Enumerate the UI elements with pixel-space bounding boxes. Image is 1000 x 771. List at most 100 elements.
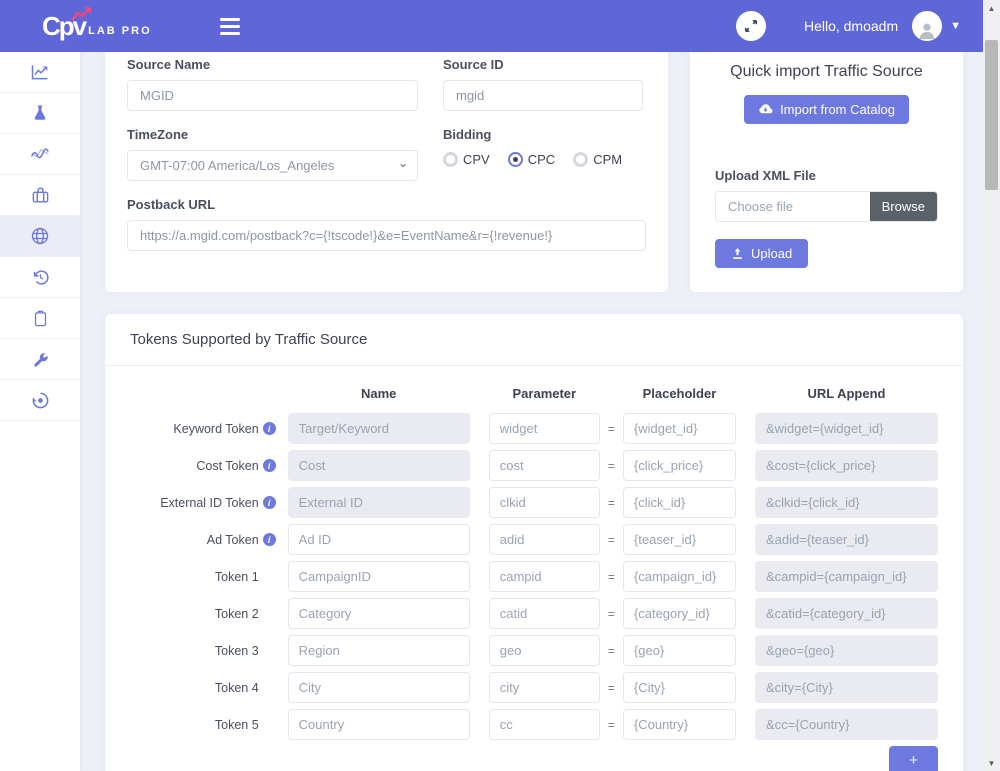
sidebar-item-campaigns[interactable] bbox=[0, 175, 80, 216]
scrollbar-thumb[interactable] bbox=[985, 40, 998, 190]
token-placeholder-input[interactable] bbox=[623, 672, 736, 703]
add-token-button[interactable]: + bbox=[889, 746, 938, 771]
token-url-append-input bbox=[755, 450, 938, 481]
scrollbar-down-arrow[interactable]: ▼ bbox=[983, 755, 1000, 771]
tokens-card: Tokens Supported by Traffic Source Name … bbox=[105, 314, 963, 771]
token-parameter-input[interactable] bbox=[489, 487, 600, 518]
postback-url-input[interactable] bbox=[127, 220, 646, 251]
info-icon[interactable]: i bbox=[263, 496, 276, 509]
fullscreen-icon[interactable] bbox=[736, 11, 766, 41]
radio-cpm[interactable]: CPM bbox=[573, 152, 622, 167]
token-parameter-input[interactable] bbox=[489, 635, 600, 666]
token-row-label: Token 1 bbox=[215, 570, 259, 584]
token-name-input[interactable] bbox=[288, 672, 470, 703]
tokens-card-header: Tokens Supported by Traffic Source bbox=[105, 314, 963, 366]
token-row: Token 4 i = bbox=[130, 672, 938, 703]
radio-dot bbox=[443, 152, 458, 167]
traffic-source-form-card: Source Name Source ID TimeZone GMT-07:00… bbox=[105, 52, 668, 292]
token-placeholder-input[interactable] bbox=[623, 598, 736, 629]
radio-cpv[interactable]: CPV bbox=[443, 152, 490, 167]
globe-icon bbox=[30, 226, 50, 246]
token-parameter-input[interactable] bbox=[489, 413, 600, 444]
sidebar-item-stats[interactable] bbox=[0, 52, 80, 93]
import-from-catalog-button[interactable]: Import from Catalog bbox=[744, 95, 909, 124]
col-header-url-append: URL Append bbox=[755, 386, 938, 401]
equals-sign: = bbox=[600, 459, 623, 473]
file-placeholder[interactable]: Choose file bbox=[716, 192, 870, 221]
token-placeholder-input[interactable] bbox=[623, 450, 736, 481]
token-parameter-input[interactable] bbox=[489, 524, 600, 555]
main-content: Source Name Source ID TimeZone GMT-07:00… bbox=[80, 52, 983, 771]
info-icon[interactable]: i bbox=[263, 533, 276, 546]
token-placeholder-input[interactable] bbox=[623, 524, 736, 555]
upload-xml-label: Upload XML File bbox=[715, 168, 938, 183]
token-parameter-input[interactable] bbox=[489, 561, 600, 592]
chevron-down-icon[interactable]: ▼ bbox=[950, 20, 961, 32]
token-url-append-input bbox=[755, 672, 938, 703]
sidebar-item-lab[interactable] bbox=[0, 93, 80, 134]
info-icon[interactable]: i bbox=[263, 459, 276, 472]
token-parameter-input[interactable] bbox=[489, 709, 600, 740]
dashboard-icon bbox=[31, 391, 50, 410]
token-name-input[interactable] bbox=[288, 709, 470, 740]
token-parameter-input[interactable] bbox=[489, 598, 600, 629]
token-name-input[interactable] bbox=[288, 561, 470, 592]
sidebar-item-traffic-sources[interactable] bbox=[0, 216, 80, 257]
equals-sign: = bbox=[600, 570, 623, 584]
page-scrollbar[interactable]: ▲ ▼ bbox=[983, 0, 1000, 771]
sidebar-nav bbox=[0, 52, 80, 771]
token-placeholder-input[interactable] bbox=[623, 561, 736, 592]
sidebar-item-settings[interactable] bbox=[0, 339, 80, 380]
token-parameter-input[interactable] bbox=[489, 450, 600, 481]
token-placeholder-input[interactable] bbox=[623, 635, 736, 666]
col-header-parameter: Parameter bbox=[489, 386, 600, 401]
sidebar-item-notes[interactable] bbox=[0, 298, 80, 339]
sidebar-item-dashboard[interactable] bbox=[0, 380, 80, 421]
cloud-download-icon bbox=[758, 102, 773, 117]
upload-button[interactable]: Upload bbox=[715, 239, 808, 268]
token-parameter-input[interactable] bbox=[489, 672, 600, 703]
token-placeholder-input[interactable] bbox=[623, 709, 736, 740]
equals-sign: = bbox=[600, 422, 623, 436]
token-row-label: Keyword Token bbox=[173, 422, 258, 436]
source-name-input[interactable] bbox=[127, 80, 418, 111]
bidding-radio-group: CPV CPC CPM bbox=[443, 152, 643, 167]
quick-import-title: Quick import Traffic Source bbox=[715, 63, 938, 81]
user-greeting: Hello, dmoadm bbox=[804, 18, 898, 34]
postback-url-label: Postback URL bbox=[127, 197, 646, 212]
clipboard-icon bbox=[32, 310, 49, 327]
sidebar-item-history[interactable] bbox=[0, 257, 80, 298]
timezone-label: TimeZone bbox=[127, 127, 418, 142]
token-url-append-input bbox=[755, 524, 938, 555]
scrollbar-up-arrow[interactable]: ▲ bbox=[983, 0, 1000, 16]
equals-sign: = bbox=[600, 533, 623, 547]
info-icon[interactable]: i bbox=[263, 422, 276, 435]
token-row: Token 3 i = bbox=[130, 635, 938, 666]
col-header-name: Name bbox=[288, 386, 470, 401]
sidebar-item-trends[interactable] bbox=[0, 134, 80, 175]
briefcase-icon bbox=[31, 186, 50, 205]
upload-icon bbox=[731, 247, 744, 260]
token-placeholder-input[interactable] bbox=[623, 487, 736, 518]
token-name-input[interactable] bbox=[288, 598, 470, 629]
token-row: Token 5 i = bbox=[130, 709, 938, 740]
token-placeholder-input[interactable] bbox=[623, 413, 736, 444]
token-name-input[interactable] bbox=[288, 635, 470, 666]
radio-label: CPC bbox=[528, 152, 555, 167]
radio-cpc[interactable]: CPC bbox=[508, 152, 555, 167]
source-id-input[interactable] bbox=[443, 80, 643, 111]
avatar[interactable] bbox=[912, 11, 942, 41]
token-url-append-input bbox=[755, 635, 938, 666]
token-row: Keyword Token i = bbox=[130, 413, 938, 444]
token-name-input[interactable] bbox=[288, 524, 470, 555]
source-id-label: Source ID bbox=[443, 57, 643, 72]
app-logo[interactable]: Cpv LAB PRO bbox=[42, 13, 152, 39]
tokens-title: Tokens Supported by Traffic Source bbox=[130, 331, 938, 348]
browse-button[interactable]: Browse bbox=[870, 192, 937, 221]
top-header: Cpv LAB PRO Hello, dmoadm ▼ bbox=[0, 0, 983, 52]
menu-toggle-icon[interactable] bbox=[214, 12, 246, 41]
token-row-label: Token 5 bbox=[215, 718, 259, 732]
token-row-label: Token 3 bbox=[215, 644, 259, 658]
token-row-label: Token 2 bbox=[215, 607, 259, 621]
timezone-select[interactable]: GMT-07:00 America/Los_Angeles bbox=[127, 150, 418, 181]
